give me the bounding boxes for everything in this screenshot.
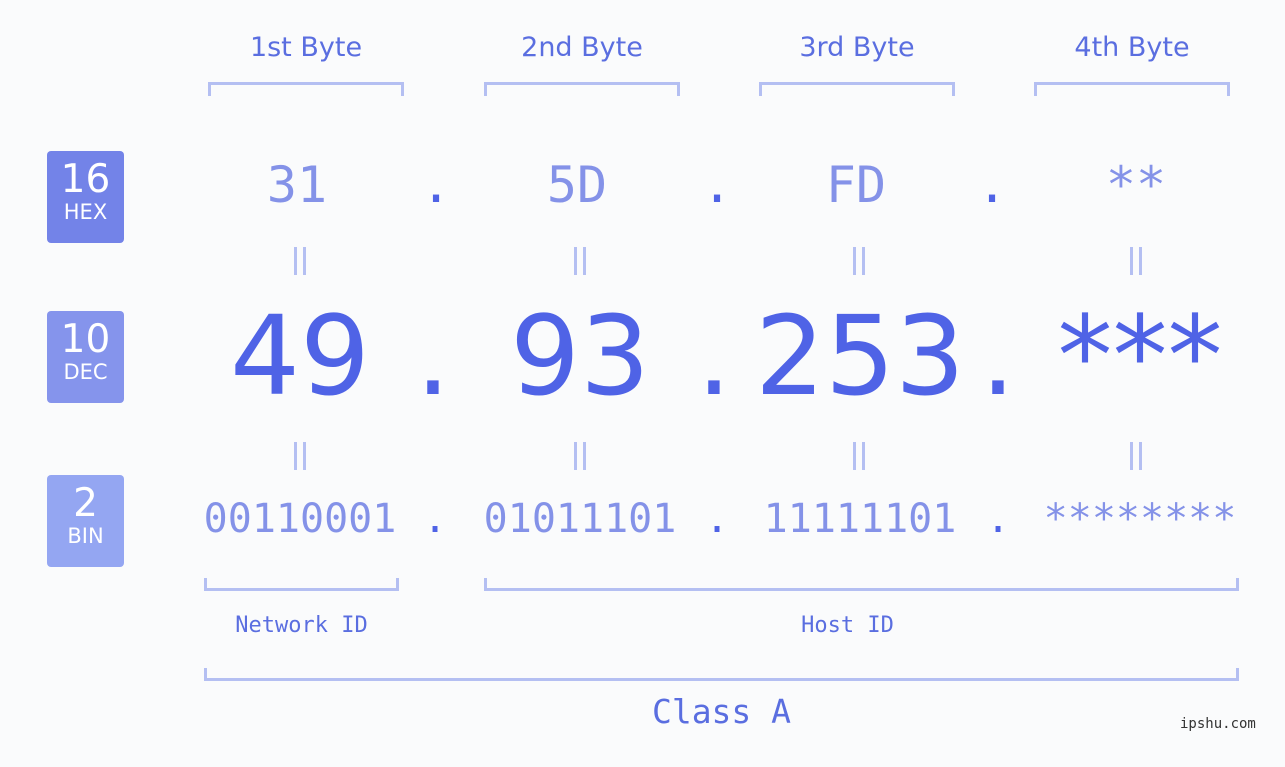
hex-byte-4: **: [1105, 156, 1167, 214]
hex-separator-2: .: [701, 156, 733, 214]
host-id-label: Host ID: [801, 613, 894, 638]
host-id-bracket: [484, 578, 1239, 591]
byte-bracket-2: [484, 82, 680, 96]
class-label: Class A: [651, 692, 792, 731]
dec-badge: 10 DEC: [47, 311, 124, 403]
dec-byte-3: 253: [755, 292, 965, 420]
equals-icon: [1126, 442, 1146, 470]
byte-header-2: 2nd Byte: [521, 32, 643, 63]
watermark: ipshu.com: [1180, 716, 1256, 732]
bin-byte-4: ********: [1043, 496, 1237, 542]
network-id-bracket: [204, 578, 399, 591]
equals-icon: [570, 247, 590, 275]
bin-byte-3: 11111101: [763, 496, 957, 542]
network-id-label: Network ID: [235, 613, 368, 638]
byte-bracket-1: [208, 82, 404, 96]
equals-icon: [290, 442, 310, 470]
equals-icon: [570, 442, 590, 470]
equals-icon: [290, 247, 310, 275]
dec-byte-1: 49: [230, 292, 370, 420]
bin-separator-2: .: [704, 496, 730, 542]
bin-separator-3: .: [985, 496, 1011, 542]
bin-badge: 2 BIN: [47, 475, 124, 567]
equals-icon: [849, 442, 869, 470]
byte-bracket-3: [759, 82, 955, 96]
dec-separator-1: .: [415, 292, 451, 420]
hex-separator-3: .: [976, 156, 1008, 214]
class-bracket: [204, 668, 1239, 681]
bin-badge-label: BIN: [67, 524, 104, 548]
dec-byte-4: ***: [1057, 292, 1223, 420]
hex-byte-3: FD: [825, 156, 887, 214]
bin-separator-1: .: [422, 496, 448, 542]
equals-icon: [849, 247, 869, 275]
dec-byte-2: 93: [510, 292, 650, 420]
hex-badge-label: HEX: [63, 200, 108, 224]
bin-badge-number: 2: [73, 481, 98, 526]
byte-header-1: 1st Byte: [249, 32, 363, 63]
hex-byte-1: 31: [266, 156, 328, 214]
equals-icon: [1126, 247, 1146, 275]
byte-header-4: 4th Byte: [1074, 32, 1190, 63]
byte-bracket-4: [1034, 82, 1230, 96]
dec-badge-label: DEC: [63, 360, 108, 384]
hex-byte-2: 5D: [546, 156, 608, 214]
bin-byte-1: 00110001: [203, 496, 397, 542]
hex-badge-number: 16: [60, 157, 111, 202]
hex-separator-1: .: [420, 156, 452, 214]
hex-badge: 16 HEX: [47, 151, 124, 243]
byte-header-3: 3rd Byte: [799, 32, 915, 63]
dec-badge-number: 10: [60, 317, 111, 362]
bin-byte-2: 01011101: [483, 496, 677, 542]
